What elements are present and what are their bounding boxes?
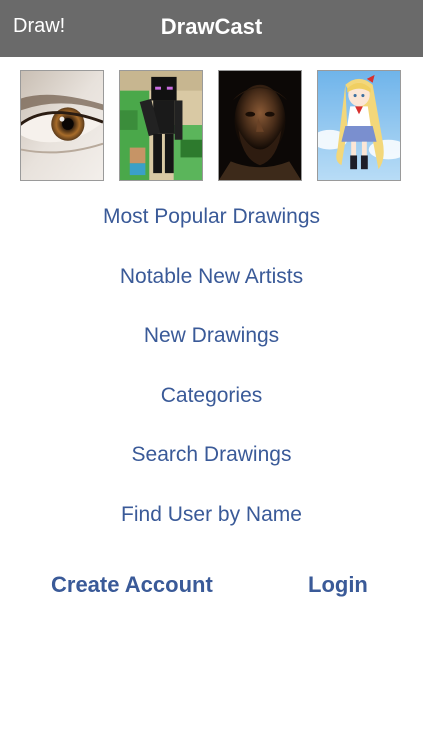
minecraft-drawing-image bbox=[120, 71, 202, 180]
menu-item-search-drawings[interactable]: Search Drawings bbox=[0, 443, 423, 467]
menu-item-find-user[interactable]: Find User by Name bbox=[0, 503, 423, 527]
thumbnail-portrait-drawing[interactable] bbox=[218, 70, 302, 181]
thumbnail-anime-drawing[interactable] bbox=[317, 70, 401, 181]
anime-drawing-image bbox=[318, 71, 400, 180]
eye-drawing-image bbox=[21, 71, 103, 180]
menu-item-categories[interactable]: Categories bbox=[0, 384, 423, 408]
thumbnail-minecraft-drawing[interactable] bbox=[119, 70, 203, 181]
portrait-drawing-image bbox=[219, 71, 301, 180]
menu-item-notable-artists[interactable]: Notable New Artists bbox=[0, 265, 423, 289]
login-button[interactable]: Login bbox=[308, 572, 368, 598]
menu-item-most-popular[interactable]: Most Popular Drawings bbox=[0, 205, 423, 229]
featured-drawings-strip bbox=[0, 70, 423, 182]
create-account-button[interactable]: Create Account bbox=[51, 572, 213, 598]
menu-item-new-drawings[interactable]: New Drawings bbox=[0, 324, 423, 348]
app-title: DrawCast bbox=[160, 14, 263, 39]
navigation-bar: Draw! DrawCast bbox=[0, 0, 423, 57]
account-actions: Create Account Login bbox=[0, 572, 423, 606]
thumbnail-eye-drawing[interactable] bbox=[20, 70, 104, 181]
